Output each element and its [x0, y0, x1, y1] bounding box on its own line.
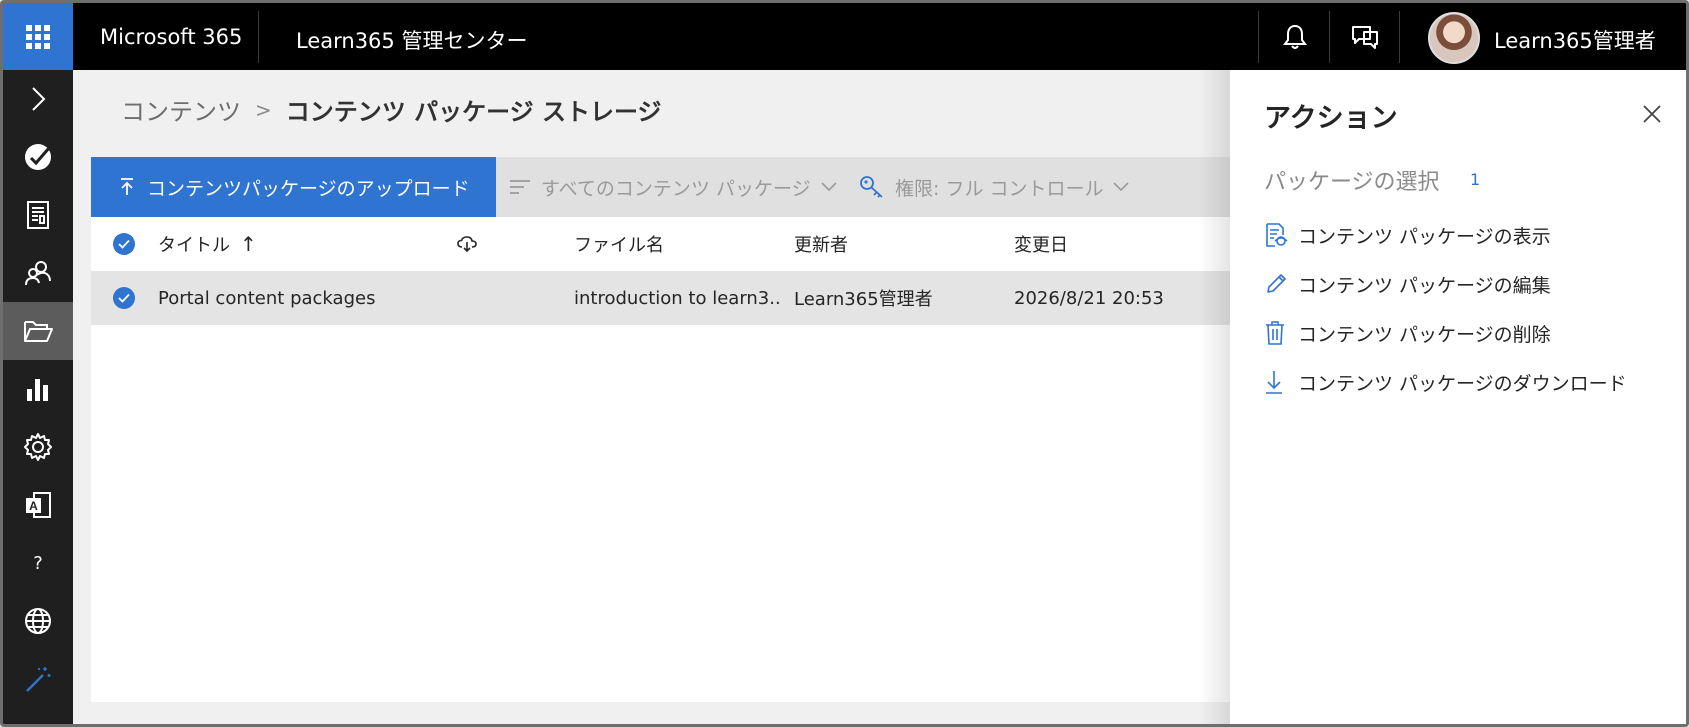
row-modified-by: Learn365管理者	[794, 289, 933, 310]
analytics-icon	[27, 379, 48, 401]
delete-icon	[1264, 320, 1298, 346]
nav-users[interactable]	[3, 244, 73, 302]
globe-icon	[25, 608, 51, 634]
app-launcher-button[interactable]	[3, 3, 73, 70]
language-icon: A	[26, 492, 51, 518]
cloud-download-icon	[457, 236, 477, 252]
settings-icon	[24, 433, 52, 461]
filter-lines-icon	[510, 180, 530, 194]
view-icon	[1264, 222, 1298, 248]
panel-shadow	[1198, 70, 1230, 724]
nav-sites[interactable]	[3, 592, 73, 650]
permission-label: 権限: フル コントロール	[895, 177, 1104, 200]
divider	[1258, 11, 1259, 63]
command-bar: コンテンツパッケージのアップロード すべてのコンテンツ パッケージ 権限: フル…	[91, 157, 1233, 217]
view-filter-label: すべてのコンテンツ パッケージ	[541, 177, 811, 200]
row-modified-date: 2026/8/21 20:53	[1014, 287, 1164, 309]
avatar[interactable]	[1428, 12, 1480, 64]
selection-count: 1	[1470, 170, 1481, 189]
divider	[258, 11, 259, 63]
column-modified-date[interactable]: 変更日	[1014, 217, 1068, 271]
chevron-right-icon: >	[255, 97, 272, 122]
page-title: コンテンツ パッケージ ストレージ	[285, 98, 662, 126]
permission-dropdown[interactable]: 権限: フル コントロール	[859, 157, 1139, 217]
close-icon	[1643, 105, 1661, 123]
column-filename[interactable]: ファイル名	[574, 217, 664, 271]
view-filter-dropdown[interactable]: すべてのコンテンツ パッケージ	[509, 157, 847, 217]
key-icon	[860, 176, 883, 198]
selection-label: パッケージの選択	[1264, 170, 1440, 195]
users-icon	[25, 261, 51, 286]
row-title[interactable]: Portal content packages	[158, 271, 448, 325]
edit-package-action[interactable]: コンテンツ パッケージの編集	[1264, 264, 1551, 304]
upload-button-label: コンテンツパッケージのアップロード	[147, 177, 470, 200]
edit-package-label: コンテンツ パッケージの編集	[1298, 274, 1551, 297]
delete-package-action[interactable]: コンテンツ パッケージの削除	[1264, 313, 1551, 353]
user-name[interactable]: Learn365管理者	[1494, 25, 1656, 55]
nav-language[interactable]: A	[3, 476, 73, 534]
nav-setup-wizard[interactable]	[3, 650, 73, 708]
checkmark-icon	[113, 233, 135, 255]
divider	[1399, 11, 1400, 63]
main-content: コンテンツ > コンテンツ パッケージ ストレージ コンテンツパッケージのアップ…	[73, 70, 1233, 724]
table-row[interactable]: Portal content packages introduction to …	[91, 271, 1233, 325]
nav-help[interactable]: ?	[3, 534, 73, 592]
content-package-list: タイトル ↑ ファイル名 更新者 変更日 Portal content pack…	[91, 217, 1233, 702]
chevron-down-icon	[1113, 182, 1130, 192]
close-panel-button[interactable]	[1638, 100, 1666, 128]
nav-content[interactable]	[3, 302, 73, 360]
magic-wand-icon	[26, 667, 51, 692]
panel-title: アクション	[1264, 103, 1398, 134]
svg-text:A: A	[29, 499, 38, 513]
row-filename: introduction to learn3...	[574, 287, 779, 309]
top-bar: Microsoft 365 Learn365 管理センター Learn365管理…	[3, 3, 1686, 70]
chevron-right-icon	[32, 87, 46, 111]
feedback-icon	[1352, 25, 1378, 49]
checkmark-icon	[113, 287, 135, 309]
actions-panel: アクション パッケージの選択 1 コンテンツ パッケージの表示 コンテンツ パッ…	[1230, 70, 1686, 724]
column-modified-by[interactable]: 更新者	[794, 217, 848, 271]
column-cloud[interactable]	[457, 217, 477, 271]
report-icon	[27, 201, 49, 229]
app-window: Microsoft 365 Learn365 管理センター Learn365管理…	[0, 0, 1689, 727]
nav-analytics[interactable]	[3, 360, 73, 418]
brand-title[interactable]: Microsoft 365	[100, 25, 242, 49]
upload-content-package-button[interactable]: コンテンツパッケージのアップロード	[91, 157, 496, 217]
nav-settings[interactable]	[3, 418, 73, 476]
waffle-icon	[26, 24, 50, 49]
download-icon	[1264, 369, 1298, 395]
download-package-action[interactable]: コンテンツ パッケージのダウンロード	[1264, 362, 1627, 402]
nav-dashboard[interactable]	[3, 128, 73, 186]
breadcrumb-parent[interactable]: コンテンツ	[121, 92, 241, 127]
bell-icon	[1283, 24, 1307, 49]
expand-nav-button[interactable]	[3, 70, 73, 128]
app-title[interactable]: Learn365 管理センター	[296, 25, 527, 55]
list-header: タイトル ↑ ファイル名 更新者 変更日	[91, 217, 1233, 271]
view-package-action[interactable]: コンテンツ パッケージの表示	[1264, 215, 1551, 255]
dashboard-icon	[25, 144, 51, 170]
column-title[interactable]: タイトル ↑	[158, 217, 257, 271]
chevron-down-icon	[821, 182, 837, 192]
download-package-label: コンテンツ パッケージのダウンロード	[1298, 372, 1627, 395]
upload-icon	[121, 178, 133, 195]
feedback-button[interactable]	[1330, 3, 1400, 70]
left-nav-rail: A ?	[3, 70, 73, 724]
select-all-checkbox[interactable]	[113, 217, 135, 271]
row-checkbox[interactable]	[113, 271, 135, 325]
sort-ascending-icon: ↑	[240, 232, 257, 256]
edit-icon	[1264, 272, 1298, 296]
view-package-label: コンテンツ パッケージの表示	[1298, 225, 1551, 248]
folder-open-icon	[24, 321, 53, 342]
column-title-label: タイトル	[158, 235, 230, 256]
delete-package-label: コンテンツ パッケージの削除	[1298, 323, 1551, 346]
nav-reports[interactable]	[3, 186, 73, 244]
notifications-button[interactable]	[1260, 3, 1330, 70]
breadcrumb: コンテンツ > コンテンツ パッケージ ストレージ	[121, 92, 662, 127]
